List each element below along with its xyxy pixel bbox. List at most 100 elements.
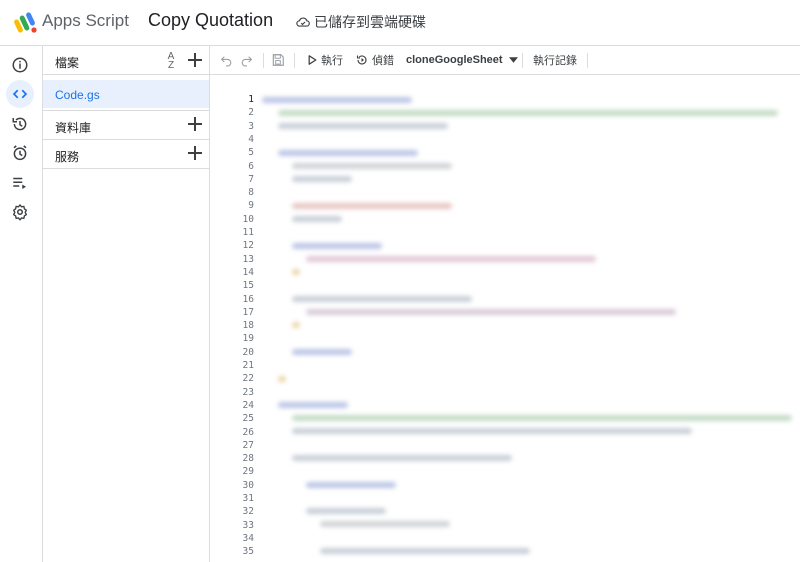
line-number: 25 xyxy=(242,413,254,425)
line-number: 8 xyxy=(248,187,254,199)
line-number: 9 xyxy=(248,200,254,212)
line-number: 33 xyxy=(242,519,254,531)
line-number: 17 xyxy=(242,306,254,318)
file-item-code-gs[interactable]: Code.gs xyxy=(43,80,209,108)
code-line xyxy=(278,402,348,408)
code-line xyxy=(292,349,352,355)
project-title[interactable]: Copy Quotation xyxy=(148,10,273,31)
editor-toolbar: 執行 偵錯 cloneGoogleSheet 執行記錄 xyxy=(210,46,800,75)
gear-icon xyxy=(12,204,28,221)
debug-icon xyxy=(356,55,367,65)
line-number: 32 xyxy=(242,506,254,518)
alarm-icon xyxy=(13,145,27,161)
product-name: Apps Script xyxy=(42,11,129,30)
toolbar-divider xyxy=(587,53,588,68)
line-number: 3 xyxy=(248,120,254,132)
files-panel: 檔案 AZ Code.gs 資料庫 服務 xyxy=(43,46,210,562)
code-line xyxy=(292,243,382,249)
versions-button[interactable] xyxy=(6,110,34,138)
code-line xyxy=(320,521,450,527)
line-number: 26 xyxy=(242,426,254,438)
line-number: 10 xyxy=(242,213,254,225)
sort-label-bottom: Z xyxy=(167,60,175,71)
code-line xyxy=(292,296,472,302)
code-line xyxy=(262,97,412,103)
code-line xyxy=(278,376,286,382)
services-label: 服務 xyxy=(55,150,80,164)
code-editor[interactable]: 1 2 3 4 5 6 7 8 9 10 11 12 13 14 15 16 17 18 19 20 21 22 23 24 2… xyxy=(210,75,800,562)
function-select[interactable]: cloneGoogleSheet xyxy=(406,46,518,74)
line-number: 22 xyxy=(242,373,254,385)
add-library-icon[interactable] xyxy=(188,117,202,131)
code-line xyxy=(278,123,448,129)
toolbar-divider xyxy=(522,53,523,68)
line-number: 20 xyxy=(242,346,254,358)
executions-icon xyxy=(13,177,26,189)
editor-button[interactable] xyxy=(6,80,34,108)
code-line xyxy=(306,309,676,315)
code-icon xyxy=(12,89,28,99)
services-section[interactable]: 服務 xyxy=(43,139,209,168)
line-number-gutter: 1 2 3 4 5 6 7 8 9 10 11 12 13 14 15 16 17 18 19 20 21 22 23 24 2… xyxy=(210,75,254,562)
line-number: 34 xyxy=(242,532,254,544)
code-line xyxy=(292,455,512,461)
line-number: 11 xyxy=(242,227,254,238)
code-line xyxy=(320,548,530,554)
sort-files-icon[interactable]: AZ xyxy=(164,52,178,71)
line-number: 28 xyxy=(242,453,254,465)
triggers-button[interactable] xyxy=(6,139,34,167)
libraries-section[interactable]: 資料庫 xyxy=(43,110,209,139)
undo-button[interactable] xyxy=(220,46,233,74)
code-line xyxy=(292,203,452,209)
line-number: 21 xyxy=(242,360,254,371)
code-line xyxy=(292,163,452,169)
save-project-button[interactable] xyxy=(271,46,285,74)
line-number: 15 xyxy=(242,280,254,292)
line-number: 27 xyxy=(242,439,254,451)
line-number: 30 xyxy=(242,479,254,491)
code-line xyxy=(292,428,692,434)
code-line xyxy=(292,322,300,328)
code-line xyxy=(292,269,300,275)
apps-script-logo[interactable] xyxy=(14,11,38,35)
history-icon xyxy=(12,117,27,131)
redo-icon xyxy=(241,55,253,66)
libraries-label: 資料庫 xyxy=(55,121,92,135)
files-header: 檔案 AZ xyxy=(43,46,209,75)
code-line xyxy=(292,176,352,182)
cloud-done-icon xyxy=(296,17,310,27)
overview-button[interactable] xyxy=(6,51,34,79)
left-rail xyxy=(0,46,43,562)
settings-button[interactable] xyxy=(6,198,34,226)
line-number: 13 xyxy=(242,253,254,265)
executions-button[interactable] xyxy=(6,169,34,197)
run-label: 執行 xyxy=(321,55,343,67)
execution-log-button[interactable]: 執行記錄 xyxy=(533,46,577,74)
function-select-value: cloneGoogleSheet xyxy=(406,54,503,66)
line-number: 18 xyxy=(242,320,254,332)
line-number: 2 xyxy=(248,107,254,119)
code-area[interactable] xyxy=(262,75,800,562)
play-icon xyxy=(308,55,317,65)
line-number: 12 xyxy=(242,240,254,252)
line-number: 14 xyxy=(242,266,254,278)
dropdown-arrow-icon xyxy=(508,57,518,63)
file-item-label: Code.gs xyxy=(55,88,100,102)
code-line xyxy=(306,256,596,262)
line-number: 29 xyxy=(242,466,254,478)
run-button[interactable]: 執行 xyxy=(308,46,343,74)
debug-label: 偵錯 xyxy=(372,55,394,67)
add-service-icon[interactable] xyxy=(188,146,202,160)
line-number: 23 xyxy=(242,386,254,398)
top-bar: Apps Script Copy Quotation 已儲存到雲端硬碟 xyxy=(0,0,800,46)
line-number: 1 xyxy=(248,94,254,105)
redo-button[interactable] xyxy=(240,46,253,74)
add-file-icon[interactable] xyxy=(188,53,202,67)
line-number: 16 xyxy=(242,293,254,305)
line-number: 35 xyxy=(242,546,254,558)
debug-button[interactable]: 偵錯 xyxy=(356,46,394,74)
code-line xyxy=(278,150,418,156)
line-number: 4 xyxy=(248,133,254,145)
save-status: 已儲存到雲端硬碟 xyxy=(296,12,426,32)
code-line xyxy=(292,415,792,421)
